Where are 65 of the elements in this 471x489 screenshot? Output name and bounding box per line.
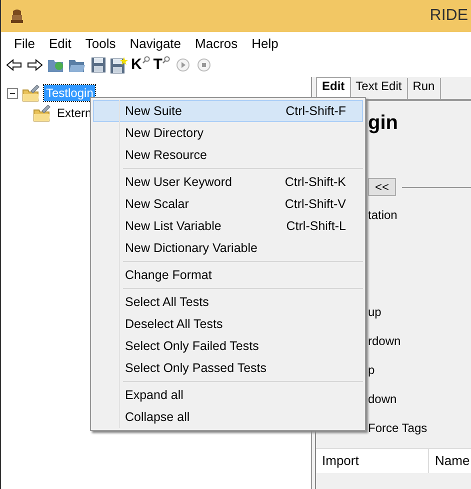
- menu-item-label: New User Keyword: [125, 175, 232, 189]
- menu-item[interactable]: Deselect All Tests: [93, 313, 363, 335]
- menu-item-label: Collapse all: [125, 410, 190, 424]
- forward-arrow-icon[interactable]: [26, 56, 44, 74]
- menu-item[interactable]: New Directory: [93, 122, 363, 144]
- menu-item[interactable]: Collapse all: [93, 406, 363, 428]
- field-label: tation: [368, 206, 398, 224]
- app-icon: [9, 8, 25, 24]
- menu-item[interactable]: New User Keyword Ctrl-Shift-K: [93, 171, 363, 193]
- menu-item[interactable]: Navigate: [122, 36, 188, 50]
- menu-item[interactable]: Tools: [78, 36, 123, 50]
- save-star-icon[interactable]: [110, 56, 128, 74]
- search-keyword-button[interactable]: T: [152, 56, 171, 74]
- window-title: RIDE: [430, 7, 468, 25]
- menu-item-label: New Suite: [125, 104, 182, 118]
- menu-item[interactable]: Select All Tests: [93, 291, 363, 313]
- menu-item-label: Expand all: [125, 388, 184, 402]
- menu-item-label: Select Only Failed Tests: [125, 339, 259, 353]
- menu-item-label: New List Variable: [125, 219, 222, 233]
- field-label: rdown: [368, 332, 402, 350]
- tab[interactable]: Edit: [316, 77, 351, 99]
- menu-item[interactable]: Select Only Passed Tests: [93, 357, 363, 379]
- play-icon[interactable]: [174, 56, 192, 74]
- menu-item[interactable]: Help: [244, 36, 286, 50]
- menu-item[interactable]: New Suite Ctrl-Shift-F: [93, 100, 363, 122]
- field-label: down: [368, 390, 398, 408]
- menu-item-label: New Directory: [125, 126, 204, 140]
- menu-item-label: Select All Tests: [125, 295, 209, 309]
- menu-item[interactable]: New Dictionary Variable: [93, 237, 363, 259]
- shortcut-text: Ctrl-Shift-V: [284, 197, 346, 211]
- shortcut-text: Ctrl-Shift-F: [286, 104, 346, 118]
- folder-icon: [22, 84, 40, 102]
- magnifier-icon: [162, 56, 170, 64]
- menu-item-label: Select Only Passed Tests: [125, 361, 267, 375]
- menu-item[interactable]: Select Only Failed Tests: [93, 335, 363, 357]
- shortcut-text: Ctrl-Shift-K: [284, 175, 346, 189]
- shortcut-text: Ctrl-Shift-L: [286, 219, 346, 233]
- menu-item[interactable]: Expand all: [93, 384, 363, 406]
- folder-icon: [33, 104, 51, 122]
- search-keyword-button[interactable]: K: [131, 56, 150, 74]
- menu-item-label: Change Format: [125, 268, 212, 282]
- menu-item[interactable]: Edit: [42, 36, 78, 50]
- tab[interactable]: Run: [408, 78, 441, 99]
- menu-item-label: New Resource: [125, 148, 207, 162]
- stop-icon[interactable]: [194, 56, 213, 74]
- magnifier-icon: [142, 56, 150, 64]
- menu-item[interactable]: New Resource: [93, 144, 363, 166]
- menu-item[interactable]: New List Variable Ctrl-Shift-L: [93, 215, 363, 237]
- menu-item[interactable]: New Scalar Ctrl-Shift-V: [93, 193, 363, 215]
- collapse-toggle-icon[interactable]: [7, 88, 18, 98]
- save-icon[interactable]: [89, 56, 107, 74]
- column-header: Import: [316, 449, 429, 473]
- menu-item-label: Deselect All Tests: [125, 317, 223, 331]
- menu-item-label: New Scalar: [125, 197, 189, 211]
- toggle-button[interactable]: <<: [368, 178, 396, 196]
- menu-item[interactable]: File: [7, 36, 42, 50]
- menu-item-label: New Dictionary Variable: [125, 241, 258, 255]
- field-label: Force Tags: [368, 420, 428, 436]
- field-label: up: [368, 304, 382, 320]
- column-header: Name: [434, 452, 471, 470]
- suite-title: gin: [368, 112, 399, 136]
- menu-item[interactable]: Change Format: [93, 264, 363, 286]
- menu-item[interactable]: Macros: [188, 36, 245, 50]
- back-arrow-icon[interactable]: [5, 56, 23, 74]
- field-label: p: [368, 362, 376, 378]
